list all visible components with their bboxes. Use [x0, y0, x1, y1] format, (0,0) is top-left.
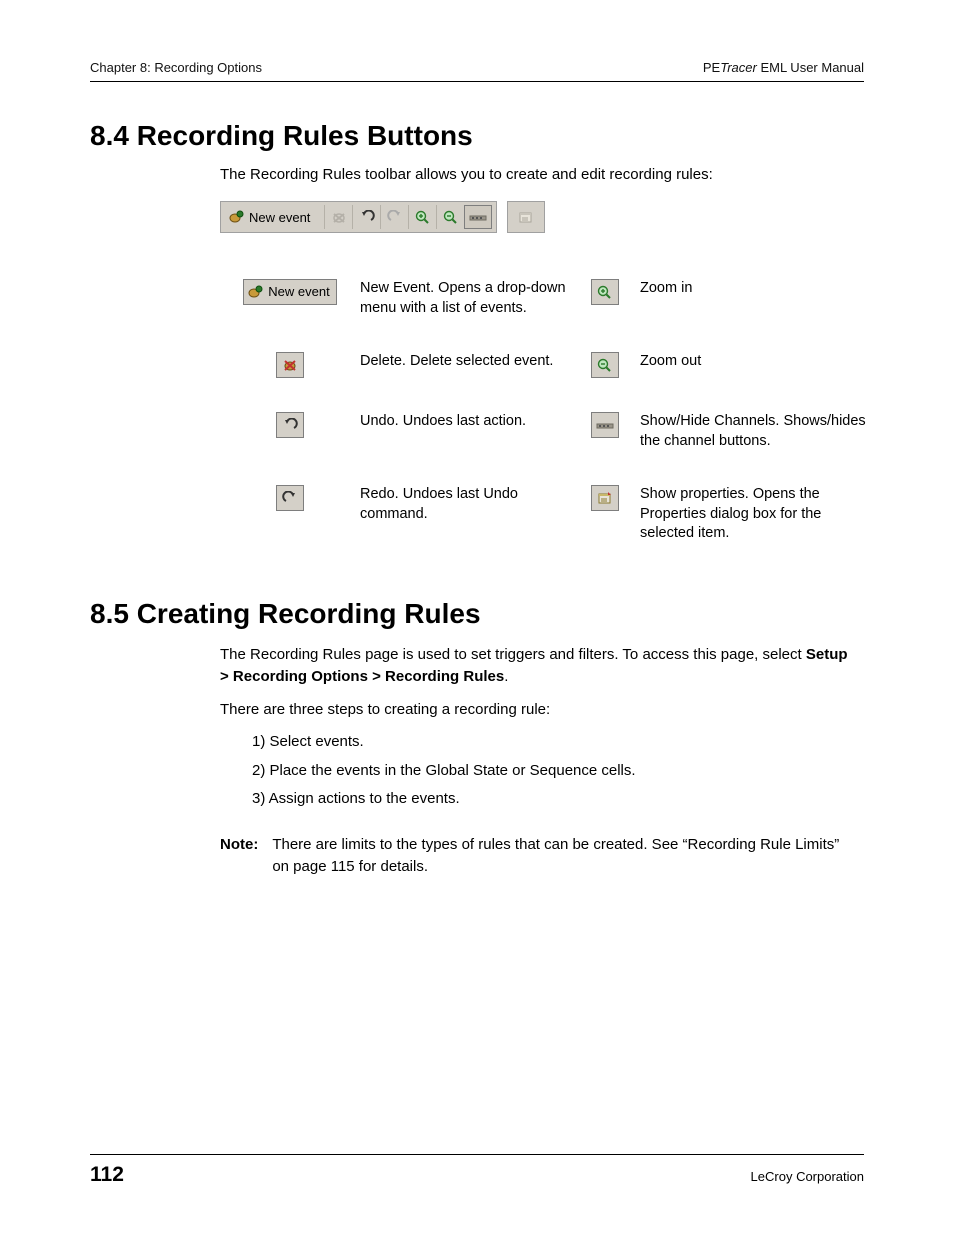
footer-rule — [90, 1154, 864, 1155]
footer-right: LeCroy Corporation — [751, 1169, 864, 1184]
toolbar-wrapper: New event — [220, 201, 854, 233]
toolbar-undo-button[interactable] — [352, 205, 380, 229]
note: Note: There are limits to the types of r… — [220, 834, 854, 878]
desc-properties: Show properties. Opens the Properties di… — [640, 485, 870, 544]
grid-icon-delete — [220, 352, 360, 378]
toolbar-new-event-label: New event — [249, 210, 310, 225]
delete-button-sample — [276, 352, 304, 378]
delete-icon — [282, 358, 298, 372]
redo-button-sample — [276, 485, 304, 511]
section-8-5-title: 8.5 Creating Recording Rules — [90, 598, 864, 630]
zoom-out-button-sample — [591, 352, 619, 378]
redo-icon — [282, 491, 298, 505]
desc-delete: Delete. Delete selected event. — [360, 352, 570, 372]
zoom-in-icon — [597, 285, 613, 299]
channels-icon — [596, 419, 614, 431]
note-text: There are limits to the types of rules t… — [272, 834, 854, 878]
section-8-4-body: The Recording Rules toolbar allows you t… — [220, 166, 854, 544]
p1-a: The Recording Rules page is used to set … — [220, 646, 806, 663]
undo-icon — [282, 418, 298, 432]
toolbar-zoom-out-button[interactable] — [436, 205, 464, 229]
header-rule — [90, 81, 864, 82]
properties-button-sample — [591, 485, 619, 511]
step-3: 3) Assign actions to the events. — [252, 785, 854, 814]
desc-new-event: New Event. Opens a drop-down menu with a… — [360, 279, 570, 318]
toolbar-delete-button[interactable] — [324, 205, 352, 229]
desc-zoom-in: Zoom in — [640, 279, 870, 299]
recording-rules-toolbar: New event — [220, 201, 497, 233]
grid-icon-zoom-out — [570, 352, 640, 378]
new-event-sample-label: New event — [268, 283, 329, 301]
zoom-in-button-sample — [591, 279, 619, 305]
section-8-5-body: The Recording Rules page is used to set … — [220, 644, 854, 878]
toolbar-properties-button[interactable] — [512, 205, 540, 229]
redo-icon — [387, 210, 403, 224]
footer-row: 112 LeCroy Corporation — [90, 1163, 864, 1187]
grid-icon-new-event: New event — [220, 279, 360, 305]
toolbar-zoom-in-button[interactable] — [408, 205, 436, 229]
grid-icon-channels — [570, 412, 640, 438]
header-right-suffix: EML User Manual — [757, 60, 864, 75]
toolbar-channels-button[interactable] — [464, 205, 492, 229]
grid-icon-properties — [570, 485, 640, 511]
zoom-out-icon — [443, 210, 459, 224]
channels-button-sample — [591, 412, 619, 438]
steps-list: 1) Select events. 2) Place the events in… — [252, 728, 854, 814]
page-number: 112 — [90, 1163, 124, 1187]
new-event-icon — [248, 285, 264, 299]
grid-icon-zoom-in — [570, 279, 640, 305]
header-left: Chapter 8: Recording Options — [90, 60, 262, 75]
p1-c: . — [504, 668, 508, 685]
toolbar-group-2 — [507, 201, 545, 233]
page: Chapter 8: Recording Options PETracer EM… — [0, 0, 954, 1235]
desc-undo: Undo. Undoes last action. — [360, 412, 570, 432]
section-8-5-p1: The Recording Rules page is used to set … — [220, 644, 854, 688]
step-2: 2) Place the events in the Global State … — [252, 757, 854, 786]
page-footer: 112 LeCroy Corporation — [90, 1154, 864, 1187]
note-label: Note: — [220, 834, 258, 878]
header-right: PETracer EML User Manual — [703, 60, 864, 75]
properties-icon — [597, 491, 613, 505]
page-header: Chapter 8: Recording Options PETracer EM… — [90, 60, 864, 81]
delete-icon — [331, 210, 347, 224]
header-right-prefix: PE — [703, 60, 720, 75]
channels-icon — [469, 211, 487, 223]
step-1: 1) Select events. — [252, 728, 854, 757]
grid-icon-redo — [220, 485, 360, 511]
new-event-icon — [229, 210, 245, 224]
desc-channels: Show/Hide Channels. Shows/hides the chan… — [640, 412, 870, 451]
section-8-5-p2: There are three steps to creating a reco… — [220, 701, 854, 718]
section-8-4-title: 8.4 Recording Rules Buttons — [90, 120, 864, 152]
button-description-grid: New event New Event. Opens a drop-down m… — [220, 279, 854, 544]
desc-zoom-out: Zoom out — [640, 352, 870, 372]
new-event-button-sample: New event — [243, 279, 336, 305]
toolbar-redo-button[interactable] — [380, 205, 408, 229]
toolbar-new-event-button[interactable]: New event — [225, 205, 316, 229]
header-right-italic: Tracer — [720, 60, 757, 75]
desc-redo: Redo. Undoes last Undo command. — [360, 485, 570, 524]
zoom-out-icon — [597, 358, 613, 372]
properties-icon — [518, 210, 534, 224]
zoom-in-icon — [415, 210, 431, 224]
undo-icon — [359, 210, 375, 224]
section-8-4-intro: The Recording Rules toolbar allows you t… — [220, 166, 854, 183]
undo-button-sample — [276, 412, 304, 438]
grid-icon-undo — [220, 412, 360, 438]
